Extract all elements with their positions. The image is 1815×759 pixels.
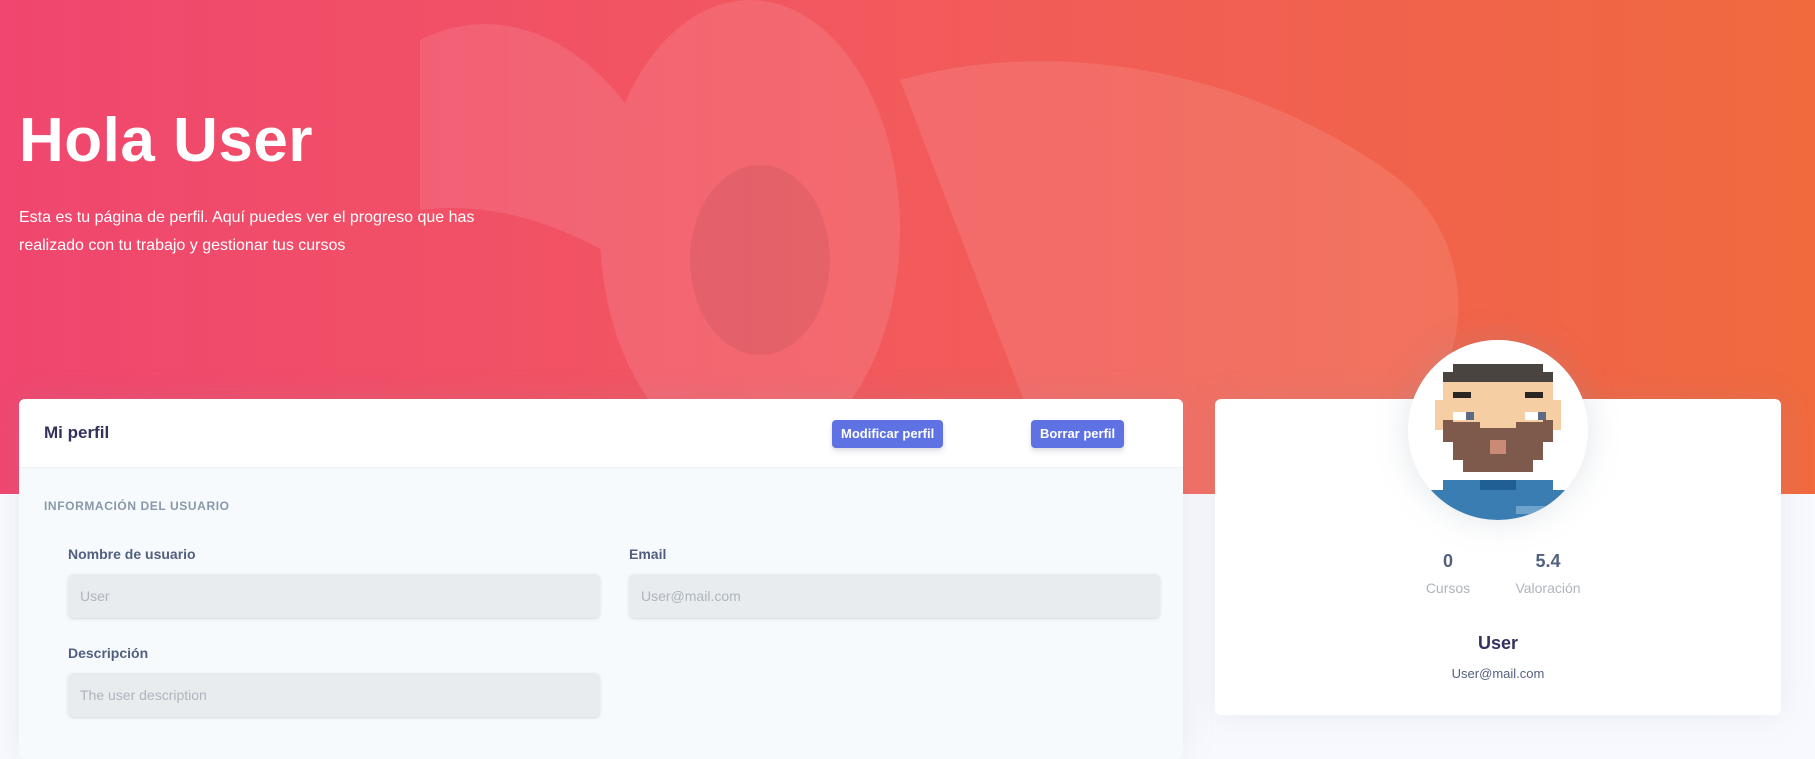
description-input[interactable] bbox=[68, 673, 600, 717]
greeting-title: Hola User bbox=[19, 106, 313, 175]
username-label: Nombre de usuario bbox=[68, 546, 196, 562]
username-input[interactable] bbox=[68, 574, 600, 618]
avatar bbox=[1408, 340, 1588, 520]
stat-label: Valoración bbox=[1515, 580, 1581, 596]
edit-profile-button[interactable]: Modificar perfil bbox=[832, 420, 944, 448]
profile-email: User@mail.com bbox=[1451, 666, 1545, 681]
email-input[interactable] bbox=[629, 574, 1160, 618]
profile-card-header: Mi perfil Modificar perfil Borrar perfil bbox=[19, 399, 1183, 468]
user-info-heading: INFORMACIÓN DEL USUARIO bbox=[44, 499, 230, 513]
delete-profile-button[interactable]: Borrar perfil bbox=[1031, 420, 1125, 448]
stat-label: Cursos bbox=[1425, 580, 1471, 596]
profile-card: Mi perfil Modificar perfil Borrar perfil… bbox=[19, 399, 1183, 759]
hero-text-block: Hola User Esta es tu página de perfil. A… bbox=[19, 100, 489, 260]
pixel-avatar-icon bbox=[1408, 340, 1588, 520]
profile-name: User bbox=[1477, 633, 1519, 653]
stat-courses: 0 Cursos bbox=[1398, 551, 1498, 596]
stat-rating: 5.4 Valoración bbox=[1498, 551, 1598, 596]
stat-value: 0 bbox=[1442, 551, 1453, 571]
profile-card-title: Mi perfil bbox=[44, 423, 110, 442]
stat-value: 5.4 bbox=[1535, 551, 1561, 571]
description-label: Descripción bbox=[68, 645, 149, 661]
email-label: Email bbox=[629, 546, 667, 562]
greeting-description: Esta es tu página de perfil. Aquí puedes… bbox=[19, 209, 475, 254]
profile-stats: 0 Cursos 5.4 Valoración bbox=[1215, 551, 1781, 596]
